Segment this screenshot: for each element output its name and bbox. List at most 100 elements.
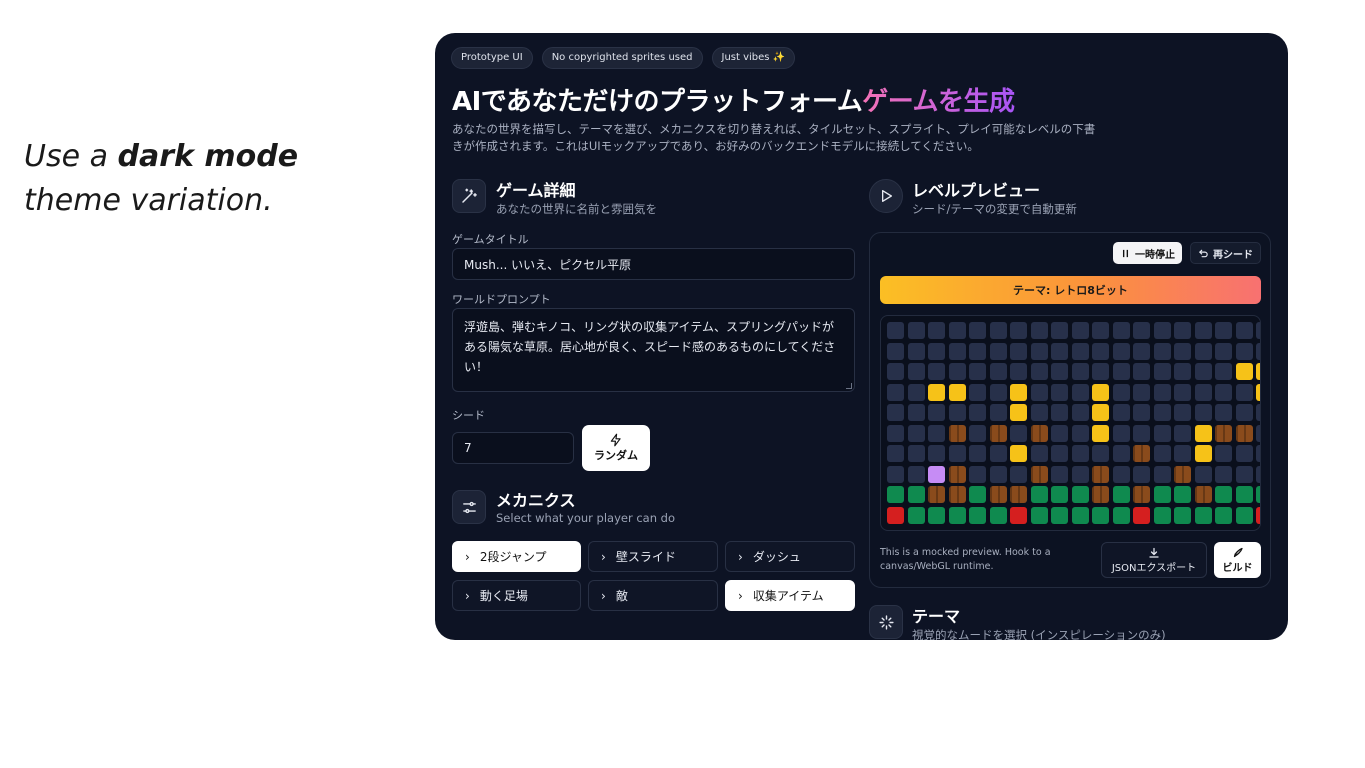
tile-empty bbox=[1256, 322, 1260, 339]
tile-lava bbox=[887, 506, 904, 524]
mechanic-double-jump[interactable]: › 2段ジャンプ bbox=[452, 541, 581, 572]
chevron-right-icon: › bbox=[601, 549, 606, 564]
page-description: あなたの世界を描写し、テーマを選び、メカニクスを切り替えれば、タイルセット、スプ… bbox=[452, 122, 1096, 153]
pause-button[interactable]: 一時停止 bbox=[1113, 242, 1182, 264]
tile-empty bbox=[907, 424, 925, 442]
tile-grass bbox=[1215, 506, 1232, 524]
tile-empty bbox=[1071, 383, 1089, 401]
tile-empty bbox=[1256, 404, 1260, 421]
tile-empty bbox=[1235, 383, 1253, 401]
caption-emphasis: dark mode bbox=[117, 139, 299, 174]
pill-no-copyright: No copyrighted sprites used bbox=[541, 47, 703, 69]
tile-grass bbox=[907, 486, 925, 503]
mechanic-moving-platforms[interactable]: › 動く足場 bbox=[452, 580, 581, 611]
world-prompt-textarea[interactable]: 浮遊島、弾むキノコ、リング状の収集アイテム、スプリングパッドがある陽気な草原。居… bbox=[452, 308, 855, 392]
tile-empty bbox=[1071, 342, 1089, 360]
tile-empty bbox=[1153, 445, 1171, 462]
tile-coin bbox=[1010, 383, 1027, 401]
tile-grass bbox=[1092, 506, 1109, 524]
random-seed-button[interactable]: ランダム bbox=[582, 425, 650, 471]
tile-coin bbox=[1092, 424, 1109, 442]
mechanics-title: メカニクス bbox=[496, 491, 576, 510]
lightning-icon bbox=[610, 433, 621, 447]
tile-empty bbox=[1112, 465, 1130, 483]
tile-brick bbox=[1010, 486, 1027, 503]
tile-empty bbox=[1092, 445, 1109, 462]
tile-grass bbox=[907, 506, 925, 524]
tile-empty bbox=[1174, 363, 1191, 380]
game-details-title: ゲーム詳細 bbox=[496, 181, 576, 200]
tile-empty bbox=[1235, 404, 1253, 421]
level-preview-panel: 一時停止 再シード テーマ: レトロ8ビット This is a mocked … bbox=[869, 232, 1271, 588]
tile-grass bbox=[1174, 506, 1191, 524]
tile-empty bbox=[1010, 342, 1027, 360]
tile-empty bbox=[969, 404, 986, 421]
tile-empty bbox=[1051, 342, 1068, 360]
themes-subtitle: 視覚的なムードを選択 (インスピレーションのみ) bbox=[912, 628, 1166, 640]
tile-empty bbox=[1051, 424, 1068, 442]
level-preview-title: レベルプレビュー bbox=[912, 181, 1041, 200]
tile-empty bbox=[887, 322, 904, 339]
tile-empty bbox=[1071, 445, 1089, 462]
tile-empty bbox=[1256, 342, 1260, 360]
tile-empty bbox=[1071, 322, 1089, 339]
tile-empty bbox=[948, 342, 966, 360]
sliders-icon bbox=[452, 490, 486, 524]
tile-lava bbox=[1256, 506, 1260, 524]
tile-empty bbox=[1215, 322, 1232, 339]
tile-empty bbox=[1010, 322, 1027, 339]
tile-brick bbox=[989, 486, 1007, 503]
mechanics-subtitle: Select what your player can do bbox=[496, 511, 676, 525]
tile-empty bbox=[1174, 404, 1191, 421]
tile-empty bbox=[907, 404, 925, 421]
json-export-button[interactable]: JSONエクスポート bbox=[1101, 542, 1207, 578]
build-button[interactable]: ビルド bbox=[1214, 542, 1261, 578]
tile-coin bbox=[1194, 445, 1212, 462]
tile-brick bbox=[1194, 486, 1212, 503]
tile-empty bbox=[928, 322, 945, 339]
seed-input[interactable]: 7 bbox=[452, 432, 574, 464]
tile-grass bbox=[1030, 486, 1048, 503]
mechanic-collectibles[interactable]: › 収集アイテム bbox=[725, 580, 855, 611]
tile-brick bbox=[1092, 486, 1109, 503]
tile-empty bbox=[1194, 465, 1212, 483]
page-title-accent: ゲームを生成 bbox=[862, 87, 1015, 117]
mechanic-dash[interactable]: › ダッシュ bbox=[725, 541, 855, 572]
tile-empty bbox=[969, 322, 986, 339]
tile-empty bbox=[1051, 465, 1068, 483]
tile-empty bbox=[948, 363, 966, 380]
tile-empty bbox=[1092, 322, 1109, 339]
game-title-input[interactable]: Mush... いいえ、ピクセル平原 bbox=[452, 248, 855, 280]
tile-empty bbox=[1133, 404, 1150, 421]
tile-empty bbox=[1235, 445, 1253, 462]
tile-empty bbox=[1215, 383, 1232, 401]
tile-empty bbox=[1030, 445, 1048, 462]
tile-empty bbox=[989, 404, 1007, 421]
tile-empty bbox=[1194, 383, 1212, 401]
mechanic-enemies[interactable]: › 敵 bbox=[588, 580, 718, 611]
mechanic-wall-slide[interactable]: › 壁スライド bbox=[588, 541, 718, 572]
reseed-button[interactable]: 再シード bbox=[1190, 242, 1261, 264]
download-icon bbox=[1149, 547, 1159, 558]
tile-empty bbox=[887, 424, 904, 442]
tile-empty bbox=[1235, 465, 1253, 483]
pill-prototype: Prototype UI bbox=[451, 47, 533, 69]
level-preview-subtitle: シード/テーマの変更で自動更新 bbox=[912, 202, 1077, 216]
chevron-right-icon: › bbox=[738, 549, 743, 564]
tile-empty bbox=[1030, 404, 1048, 421]
tile-coin bbox=[1194, 424, 1212, 442]
tile-grass bbox=[1112, 486, 1130, 503]
tile-brick bbox=[948, 486, 966, 503]
page-title: AIであなただけのプラットフォームゲームを生成 bbox=[452, 87, 1015, 117]
chevron-right-icon: › bbox=[738, 588, 743, 603]
tile-lava bbox=[1010, 506, 1027, 524]
tile-coin bbox=[1235, 363, 1253, 380]
tile-empty bbox=[1256, 465, 1260, 483]
resize-handle-icon[interactable] bbox=[846, 383, 852, 389]
tile-grass bbox=[1051, 506, 1068, 524]
tag-pills: Prototype UI No copyrighted sprites used… bbox=[451, 47, 796, 69]
tile-empty bbox=[1215, 445, 1232, 462]
tile-empty bbox=[887, 363, 904, 380]
tile-coin bbox=[1010, 404, 1027, 421]
tile-empty bbox=[969, 424, 986, 442]
